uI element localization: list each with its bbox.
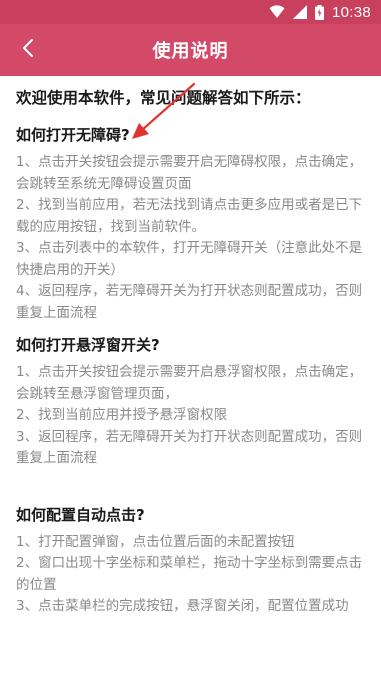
section-floating-window: 如何打开悬浮窗开关? 1、点击开关按钮会提示需要开启悬浮窗权限，点击确定，会跳转… (16, 334, 367, 470)
help-content: 欢迎使用本软件，常见问题解答如下所示： 如何打开无障碍? 1、点击开关按钮会提示… (0, 76, 381, 694)
app-bar: 使用说明 (0, 24, 381, 76)
status-bar: 10:38 (0, 0, 381, 24)
back-button[interactable] (8, 30, 48, 70)
battery-icon (314, 4, 324, 20)
page-title: 使用说明 (152, 41, 229, 62)
step-text: 1、点击开关按钮会提示需要开启无障碍权限，点击确定，会跳转至系统无障碍设置页面 (16, 154, 363, 192)
section-accessibility: 如何打开无障碍? 1、点击开关按钮会提示需要开启无障碍权限，点击确定，会跳转至系… (16, 124, 367, 324)
step-text: 2、找到当前应用并授予悬浮窗权限 (16, 407, 228, 423)
step-text: 3、点击列表中的本软件，打开无障碍开关（注意此处不是快捷启用的开关） (16, 240, 363, 278)
step-text: 4、返回程序，若无障碍开关为打开状态则配置成功，否则重复上面流程 (16, 283, 363, 321)
signal-icon (292, 5, 307, 19)
intro-text: 欢迎使用本软件，常见问题解答如下所示： (16, 89, 311, 107)
step-text: 3、返回程序，若无障碍开关为打开状态则配置成功，否则重复上面流程 (16, 428, 363, 467)
chevron-left-icon (21, 38, 35, 62)
section-title: 如何配置自动点击? (16, 505, 145, 524)
step-text: 1、打开配置弹窗，点击位置后面的未配置按钮 (16, 533, 295, 550)
step-text: 2、窗口出现十字坐标和菜单栏，拖动十字坐标到需要点击的位置 (16, 555, 363, 593)
step-text: 2、找到当前应用，若无法找到请点击更多应用或者是已下载的应用按钮，找到当前软件。 (16, 197, 363, 235)
wifi-icon (269, 5, 285, 19)
section-title: 如何打开无障碍? (16, 126, 130, 144)
step-text: 3、点击菜单栏的完成按钮，悬浮窗关闭，配置位置成功 (16, 598, 349, 614)
section-auto-click: 如何配置自动点击? 1、打开配置弹窗，点击位置后面的未配置按钮 2、窗口出现十字… (16, 504, 367, 618)
section-title: 如何打开悬浮窗开关? (16, 336, 160, 354)
status-time: 10:38 (331, 3, 371, 21)
step-text: 1、点击开关按钮会提示需要开启悬浮窗权限，点击确定，会跳转至悬浮窗管理页面， (16, 364, 363, 402)
